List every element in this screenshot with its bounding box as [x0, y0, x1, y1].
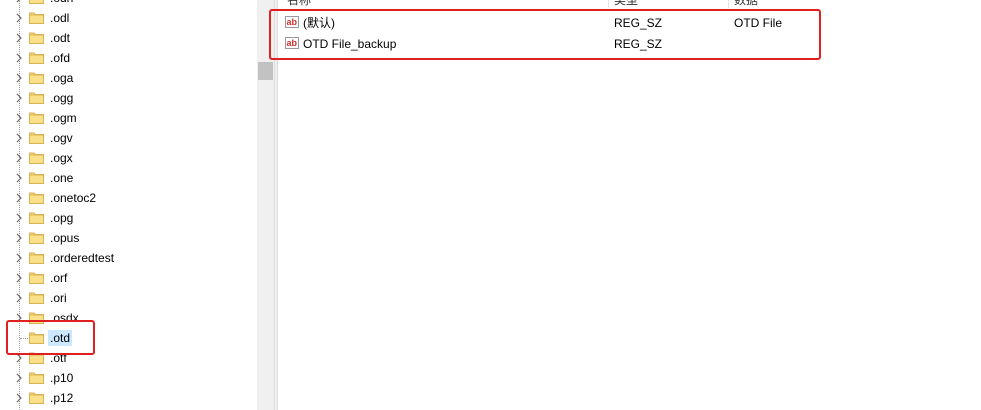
folder-icon [29, 271, 44, 284]
folder-icon [29, 391, 44, 404]
folder-icon [29, 211, 44, 224]
tree-item[interactable]: .one [0, 168, 257, 188]
chevron-right-icon[interactable] [14, 53, 24, 63]
tree-item-label: .odl [50, 11, 70, 25]
chevron-right-icon[interactable] [14, 153, 24, 163]
column-separator[interactable] [728, 0, 729, 8]
chevron-right-icon[interactable] [14, 213, 24, 223]
column-header-data[interactable]: 数据 [734, 0, 758, 7]
column-header-name[interactable]: 名称 [287, 0, 311, 7]
chevron-right-icon[interactable] [14, 193, 24, 203]
folder-icon [29, 251, 44, 264]
tree-item[interactable]: .p12 [0, 388, 257, 408]
tree-item[interactable]: .orf [0, 268, 257, 288]
tree-item-label: .ofd [50, 51, 71, 65]
chevron-right-icon[interactable] [14, 293, 24, 303]
folder-icon [29, 11, 44, 24]
chevron-right-icon[interactable] [14, 273, 24, 283]
column-header-type[interactable]: 类型 [614, 0, 638, 7]
tree-item-label: .ori [50, 291, 67, 305]
tree-scrollbar[interactable] [257, 0, 274, 410]
tree-item-label: .orderedtest [50, 251, 115, 265]
tree-item-label: .odh [48, 0, 75, 6]
tree-item-label: .ogg [50, 91, 74, 105]
tree-item[interactable]: .ogm [0, 108, 257, 128]
column-separator[interactable] [608, 0, 609, 8]
tree-item-label: .p12 [50, 391, 74, 405]
folder-icon [29, 371, 44, 384]
tree-item[interactable]: .opg [0, 208, 257, 228]
chevron-right-icon[interactable] [14, 13, 24, 23]
tree-item[interactable]: .orderedtest [0, 248, 257, 268]
tree-item[interactable]: .ogx [0, 148, 257, 168]
tree-item[interactable]: .p10 [0, 368, 257, 388]
chevron-right-icon[interactable] [14, 393, 24, 403]
folder-icon [29, 31, 44, 44]
folder-icon [29, 0, 44, 4]
chevron-right-icon[interactable] [14, 233, 24, 243]
chevron-right-icon[interactable] [14, 173, 24, 183]
folder-icon [29, 151, 44, 164]
tree-item[interactable]: .ogg [0, 88, 257, 108]
scrollbar-thumb[interactable] [258, 62, 273, 80]
chevron-right-icon[interactable] [14, 133, 24, 143]
folder-icon [29, 231, 44, 244]
highlight-box-values [269, 9, 821, 60]
tree-item-label: .orf [50, 271, 68, 285]
registry-values-list[interactable]: 名称 类型 数据 ab (默认) REG_SZ OTD File ab OTD … [278, 0, 981, 410]
tree-item[interactable]: .odh [0, 0, 257, 8]
tree-item[interactable]: .oga [0, 68, 257, 88]
tree-item-label: .ogm [50, 111, 77, 125]
tree-item[interactable]: .odt [0, 28, 257, 48]
chevron-right-icon[interactable] [14, 113, 24, 123]
chevron-right-icon[interactable] [14, 373, 24, 383]
tree-item[interactable]: .onetoc2 [0, 188, 257, 208]
tree-item-label: .odt [50, 31, 71, 45]
tree-item-label: .ogx [50, 151, 73, 165]
chevron-right-icon[interactable] [14, 33, 24, 43]
tree-item[interactable]: .odl [0, 8, 257, 28]
folder-icon [29, 291, 44, 304]
folder-icon [29, 191, 44, 204]
tree-item-label: .one [50, 171, 74, 185]
folder-icon [29, 111, 44, 124]
chevron-right-icon[interactable] [14, 0, 24, 3]
tree-item-label: .oga [50, 71, 74, 85]
tree-item[interactable]: .ofd [0, 48, 257, 68]
tree-item-label: .p10 [50, 371, 74, 385]
tree-item-label: .opus [50, 231, 80, 245]
folder-icon [29, 91, 44, 104]
tree-item[interactable]: .ogv [0, 128, 257, 148]
tree-item-label: .ogv [50, 131, 73, 145]
folder-icon [29, 171, 44, 184]
tree-item[interactable]: .opus [0, 228, 257, 248]
chevron-right-icon[interactable] [14, 93, 24, 103]
folder-icon [29, 51, 44, 64]
tree-item-label: .onetoc2 [50, 191, 97, 205]
highlight-box-otd-key [6, 320, 95, 355]
folder-icon [29, 71, 44, 84]
tree-item[interactable]: .ori [0, 288, 257, 308]
tree-item-label: .opg [50, 211, 74, 225]
chevron-right-icon[interactable] [14, 73, 24, 83]
chevron-right-icon[interactable] [14, 253, 24, 263]
folder-icon [29, 131, 44, 144]
